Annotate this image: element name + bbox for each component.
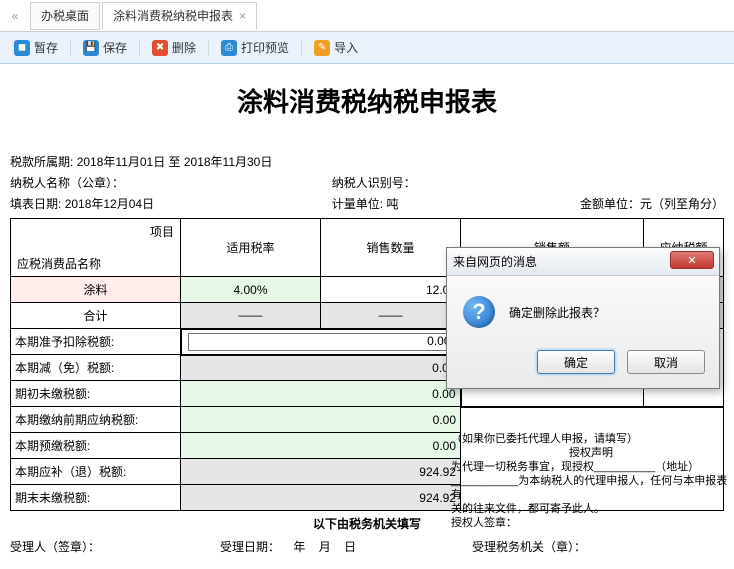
tab-label: 涂料消费税纳税申报表 xyxy=(113,2,233,30)
save-icon: 💾 xyxy=(83,40,99,56)
save-button[interactable]: 💾 保存 xyxy=(77,37,133,58)
close-icon[interactable]: × xyxy=(239,2,246,30)
print-icon: ⎙ xyxy=(221,40,237,56)
tab-bar: « 办税桌面 涂料消费税纳税申报表 × xyxy=(0,0,734,32)
dialog-titlebar[interactable]: 来自网页的消息 ✕ xyxy=(447,248,719,276)
delete-icon: ✖ xyxy=(152,40,168,56)
taxpayer-id: 纳税人识别号： xyxy=(272,174,486,191)
receive-date: 受理日期： 年 月 日 xyxy=(220,538,472,555)
tab-label: 办税桌面 xyxy=(41,2,89,30)
separator xyxy=(208,39,209,57)
ok-button[interactable]: 确定 xyxy=(537,350,615,374)
taxpayer-name: 纳税人名称（公章）： xyxy=(10,174,272,191)
delete-label: 删除 xyxy=(172,39,196,56)
cell-name: 合计 xyxy=(11,303,181,329)
cell-qty: 12.00 xyxy=(321,277,461,303)
fill-date: 填表日期: 2018年12月04日 xyxy=(10,195,272,212)
pause-icon: ◼ xyxy=(14,40,30,56)
dialog-message: 确定删除此报表？ xyxy=(509,304,605,321)
pause-label: 暂存 xyxy=(34,39,58,56)
dialog-close-button[interactable]: ✕ xyxy=(670,251,714,269)
cell-qty: —— xyxy=(321,303,461,329)
amount-unit: 金额单位：元（列至角分） xyxy=(486,195,724,212)
cancel-button[interactable]: 取消 xyxy=(627,350,705,374)
cell-name: 涂料 xyxy=(11,277,181,303)
deduct-input-cell[interactable]: 0.00 xyxy=(181,329,461,355)
confirm-dialog: 来自网页的消息 ✕ ? 确定删除此报表？ 确定 取消 xyxy=(446,247,720,389)
tabs-collapse-icon[interactable]: « xyxy=(0,9,30,23)
unit: 计量单位: 吨 xyxy=(272,195,486,212)
separator xyxy=(70,39,71,57)
pause-button[interactable]: ◼ 暂存 xyxy=(8,37,64,58)
receiver-label: 受理人（签章）： xyxy=(10,538,220,555)
col-rate-header: 适用税率 xyxy=(181,219,321,277)
dialog-title: 来自网页的消息 xyxy=(453,253,537,270)
deduct-input[interactable]: 0.00 xyxy=(188,333,456,351)
print-label: 打印预览 xyxy=(241,39,289,56)
toolbar: ◼ 暂存 💾 保存 ✖ 删除 ⎙ 打印预览 ✎ 导入 xyxy=(0,32,734,64)
tab-report[interactable]: 涂料消费税纳税申报表 × xyxy=(102,2,257,30)
footer-row: 受理人（签章）： 受理日期： 年 月 日 受理税务机关（章）： xyxy=(10,536,724,557)
delete-button[interactable]: ✖ 删除 xyxy=(146,37,202,58)
question-icon: ? xyxy=(463,296,495,328)
cell-rate: 4.00% xyxy=(181,277,321,303)
tab-desktop[interactable]: 办税桌面 xyxy=(30,2,100,30)
import-icon: ✎ xyxy=(314,40,330,56)
period-label: 税款所属期: xyxy=(10,155,73,169)
save-label: 保存 xyxy=(103,39,127,56)
cell-rate: —— xyxy=(181,303,321,329)
period: 税款所属期: 2018年11月01日 至 2018年11月30日 xyxy=(10,153,724,170)
separator xyxy=(301,39,302,57)
import-label: 导入 xyxy=(334,39,358,56)
table-row: 本期缴纳前期应纳税额: 0.00 xyxy=(11,407,724,433)
auth-declaration: （如果你已委托代理人申报，请填写） 授权声明 为代理一切税务事宜，现授权____… xyxy=(451,432,731,530)
print-button[interactable]: ⎙ 打印预览 xyxy=(215,37,295,58)
page-title: 涂料消费税纳税申报表 xyxy=(10,72,724,151)
period-value: 2018年11月01日 至 2018年11月30日 xyxy=(77,155,273,169)
col-item-header: 项目 应税消费品名称 xyxy=(11,219,181,277)
separator xyxy=(139,39,140,57)
close-icon: ✕ xyxy=(687,254,696,267)
import-button[interactable]: ✎ 导入 xyxy=(308,37,364,58)
col-qty-header: 销售数量 xyxy=(321,219,461,277)
receive-org-label: 受理税务机关（章）： xyxy=(472,538,724,555)
